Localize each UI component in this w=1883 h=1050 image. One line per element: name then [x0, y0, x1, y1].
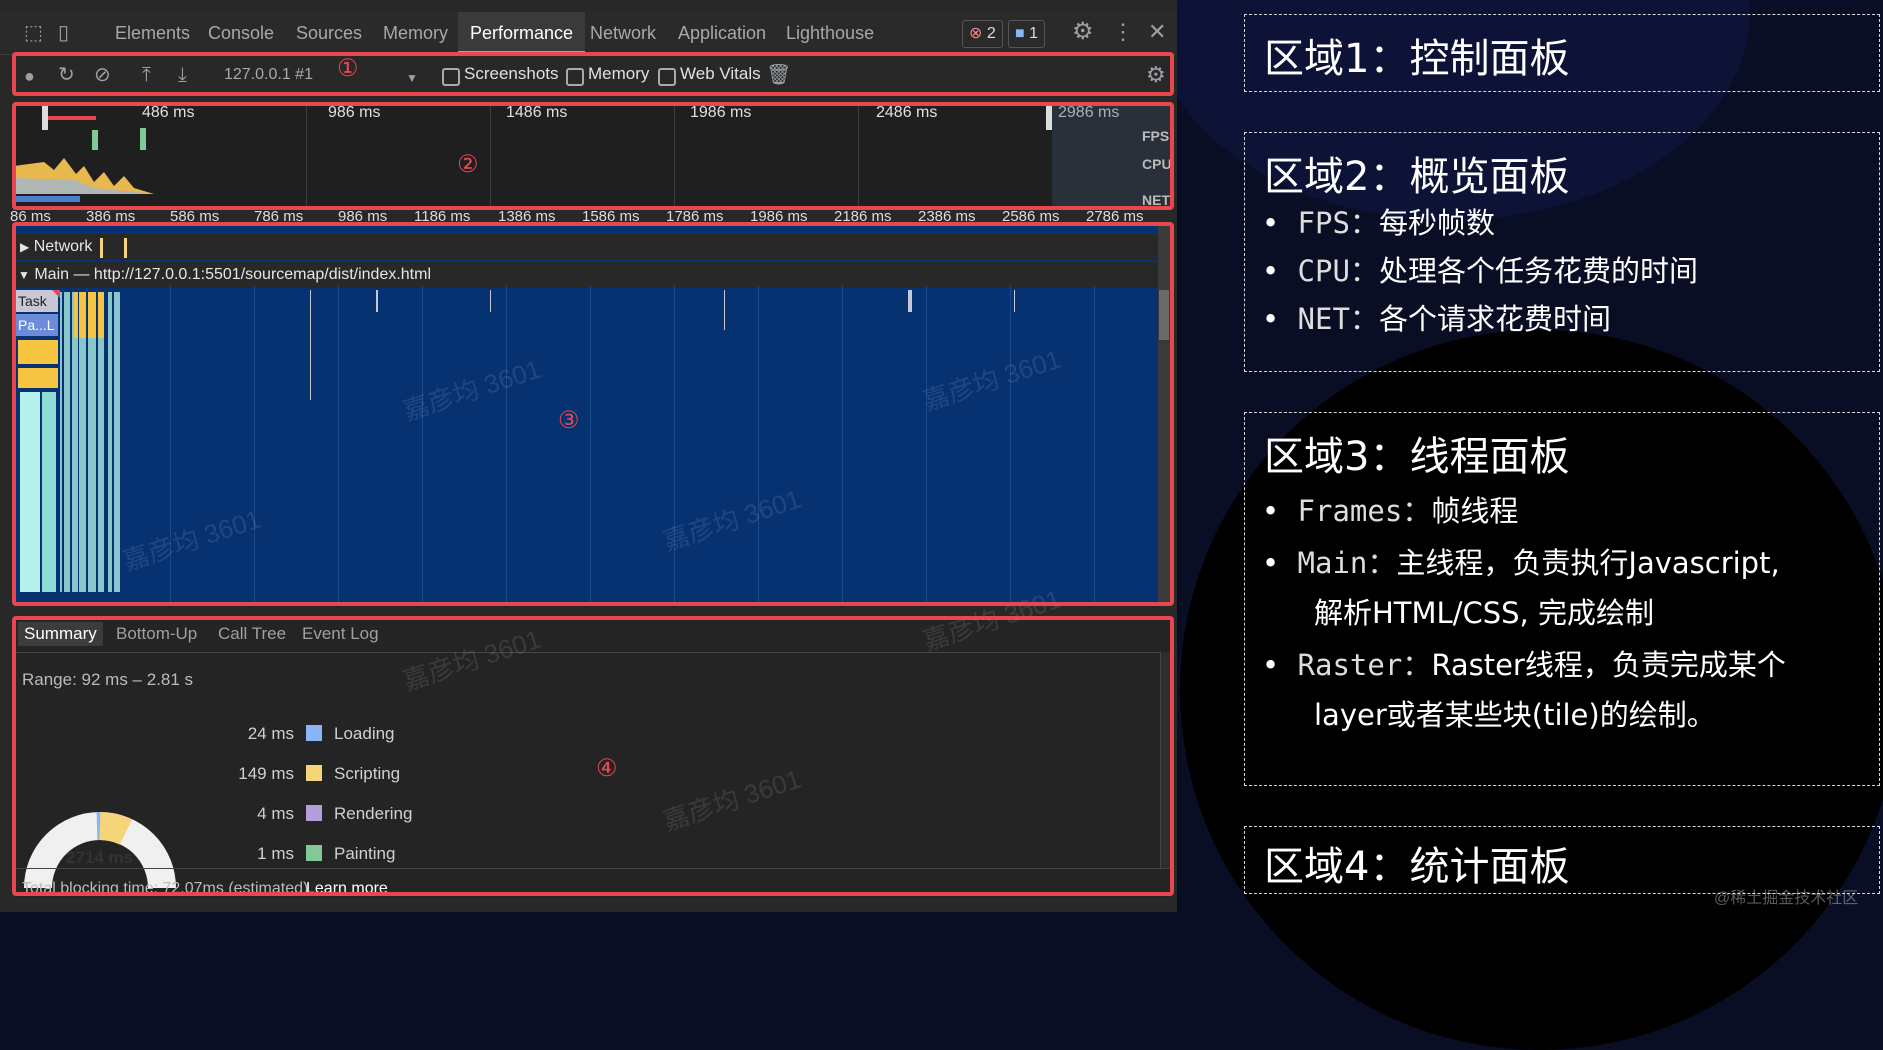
area1-title: 区域1：控制面板 [1264, 36, 1570, 82]
area3-title: 区域3：线程面板 [1264, 434, 1570, 480]
tab-lighthouse[interactable]: Lighthouse [786, 12, 874, 54]
area2-marker: ② [457, 151, 479, 178]
tab-console[interactable]: Console [208, 12, 274, 54]
area3-bullet: • Main：主线程，负责执行Javascript, [1262, 546, 1780, 580]
area3-marker: ③ [558, 407, 580, 434]
more-options-icon[interactable]: ⋮ [1112, 21, 1134, 43]
close-icon[interactable]: ✕ [1148, 21, 1166, 43]
error-icon: ⊗ [969, 25, 983, 42]
area3-bullet: • Raster：Raster线程，负责完成某个 [1262, 648, 1786, 682]
area2-highlight [12, 102, 1174, 210]
message-count: 1 [1029, 25, 1039, 42]
devtools-tabbar: ⬚ ▯ Elements Console Sources Memory Perf… [0, 12, 1177, 55]
inspect-element-icon[interactable]: ⬚ [24, 23, 43, 43]
area2-title: 区域2：概览面板 [1264, 154, 1570, 200]
area4-marker: ④ [596, 755, 618, 782]
error-count: 2 [986, 25, 996, 42]
tab-sources[interactable]: Sources [296, 12, 362, 54]
message-icon: ■ [1015, 25, 1025, 42]
area3-bullet: • Frames：帧线程 [1262, 494, 1519, 528]
device-toolbar-icon[interactable]: ▯ [58, 23, 69, 43]
area2-bullet: • NET：各个请求花费时间 [1262, 302, 1611, 336]
tab-network[interactable]: Network [590, 12, 656, 54]
credit-watermark: @稀土掘金技术社区 [1714, 890, 1859, 907]
tab-memory[interactable]: Memory [383, 12, 448, 54]
area4-title: 区域4：统计面板 [1264, 844, 1570, 890]
devtools-panel: ⬚ ▯ Elements Console Sources Memory Perf… [0, 0, 1177, 912]
tab-application[interactable]: Application [678, 12, 766, 54]
area3-bullet-cont: 解析HTML/CSS, 完成绘制 [1314, 596, 1654, 630]
area4-highlight [12, 616, 1174, 896]
area3-highlight [12, 222, 1174, 606]
message-badge[interactable]: ■ 1 [1008, 20, 1046, 48]
area1-highlight [12, 52, 1174, 96]
area3-bullet-cont: layer或者某些块(tile)的绘制。 [1314, 698, 1716, 732]
tab-performance[interactable]: Performance [458, 12, 586, 54]
tab-elements[interactable]: Elements [115, 12, 190, 54]
area2-bullet: • CPU：处理各个任务花费的时间 [1262, 254, 1698, 288]
area1-marker: ① [337, 55, 359, 82]
error-badge[interactable]: ⊗ 2 [962, 20, 1003, 48]
settings-gear-icon[interactable]: ⚙ [1072, 20, 1094, 44]
area2-bullet: • FPS：每秒帧数 [1262, 206, 1495, 240]
